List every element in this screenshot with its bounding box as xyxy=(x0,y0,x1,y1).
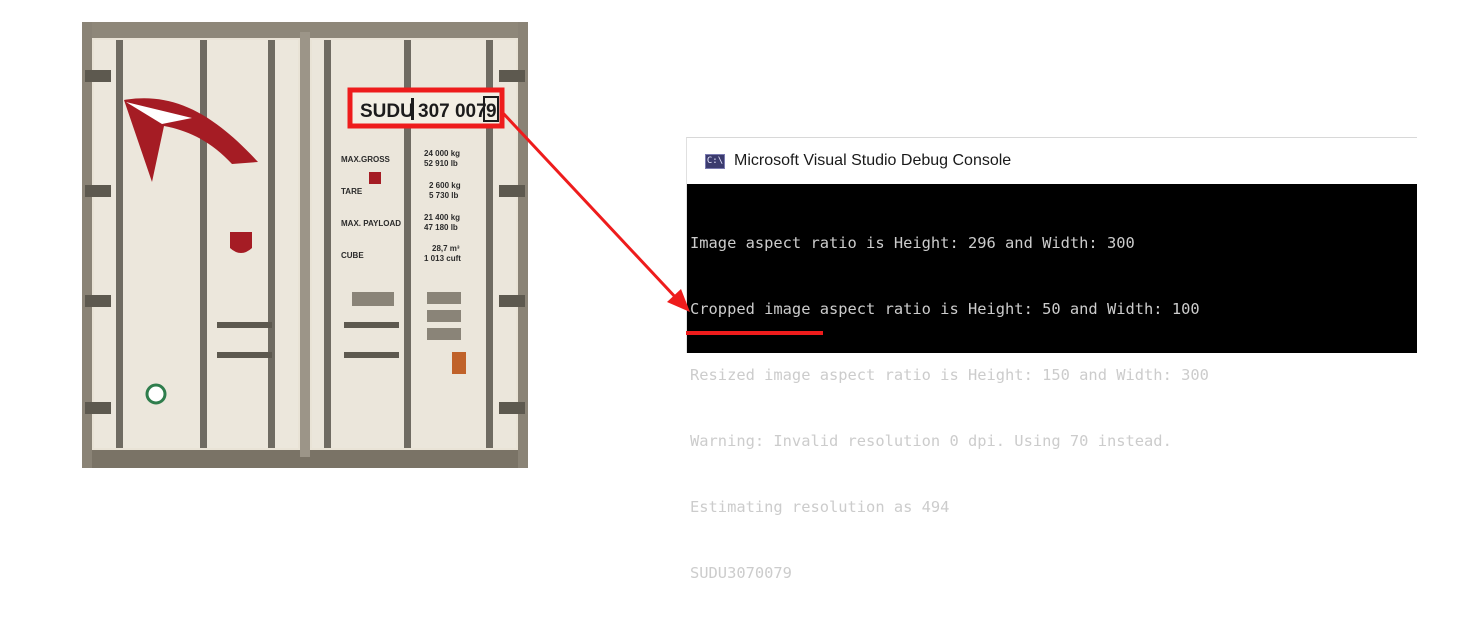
spec-value-max-payload-lb: 47 180 lb xyxy=(424,223,458,232)
spec-value-tare-lb: 5 730 lb xyxy=(429,191,458,200)
container-number-plate: SUDU 307 007 9 xyxy=(347,87,505,129)
spec-value-max-gross-kg: 24 000 kg xyxy=(424,149,460,158)
console-app-icon: C:\ xyxy=(705,153,725,169)
console-line: Resized image aspect ratio is Height: 15… xyxy=(690,366,1209,384)
serial-number: 307 007 xyxy=(418,101,487,122)
spec-label-max-gross: MAX.GROSS xyxy=(341,155,391,164)
owner-code: SUDU xyxy=(360,101,414,122)
console-line: Warning: Invalid resolution 0 dpi. Using… xyxy=(690,432,1172,450)
console-title-bar[interactable]: C:\ Microsoft Visual Studio Debug Consol… xyxy=(687,138,1417,184)
console-output: Image aspect ratio is Height: 296 and Wi… xyxy=(690,188,1417,582)
container-photo: MAX.GROSS 24 000 kg 52 910 lb TARE 2 600… xyxy=(82,22,528,468)
spec-value-max-gross-lb: 52 910 lb xyxy=(424,159,458,168)
spec-label-tare: TARE xyxy=(341,187,363,196)
spec-label-max-payload: MAX. PAYLOAD xyxy=(341,219,401,228)
spec-value-cube-cuft: 1 013 cuft xyxy=(424,254,461,263)
check-digit: 9 xyxy=(486,101,497,122)
console-line: Image aspect ratio is Height: 296 and Wi… xyxy=(690,234,1135,252)
spec-value-max-payload-kg: 21 400 kg xyxy=(424,213,460,222)
spec-value-tare-kg: 2 600 kg xyxy=(429,181,461,190)
spec-value-cube-m3: 28,7 m³ xyxy=(432,244,460,253)
result-underline xyxy=(686,331,823,335)
debug-console-window: C:\ Microsoft Visual Studio Debug Consol… xyxy=(686,137,1417,582)
console-title: Microsoft Visual Studio Debug Console xyxy=(734,152,1012,169)
spec-label-cube: CUBE xyxy=(341,251,364,260)
console-line: Cropped image aspect ratio is Height: 50… xyxy=(690,300,1200,318)
console-line: Estimating resolution as 494 xyxy=(690,498,950,516)
ocr-result-line: SUDU3070079 xyxy=(690,564,792,582)
